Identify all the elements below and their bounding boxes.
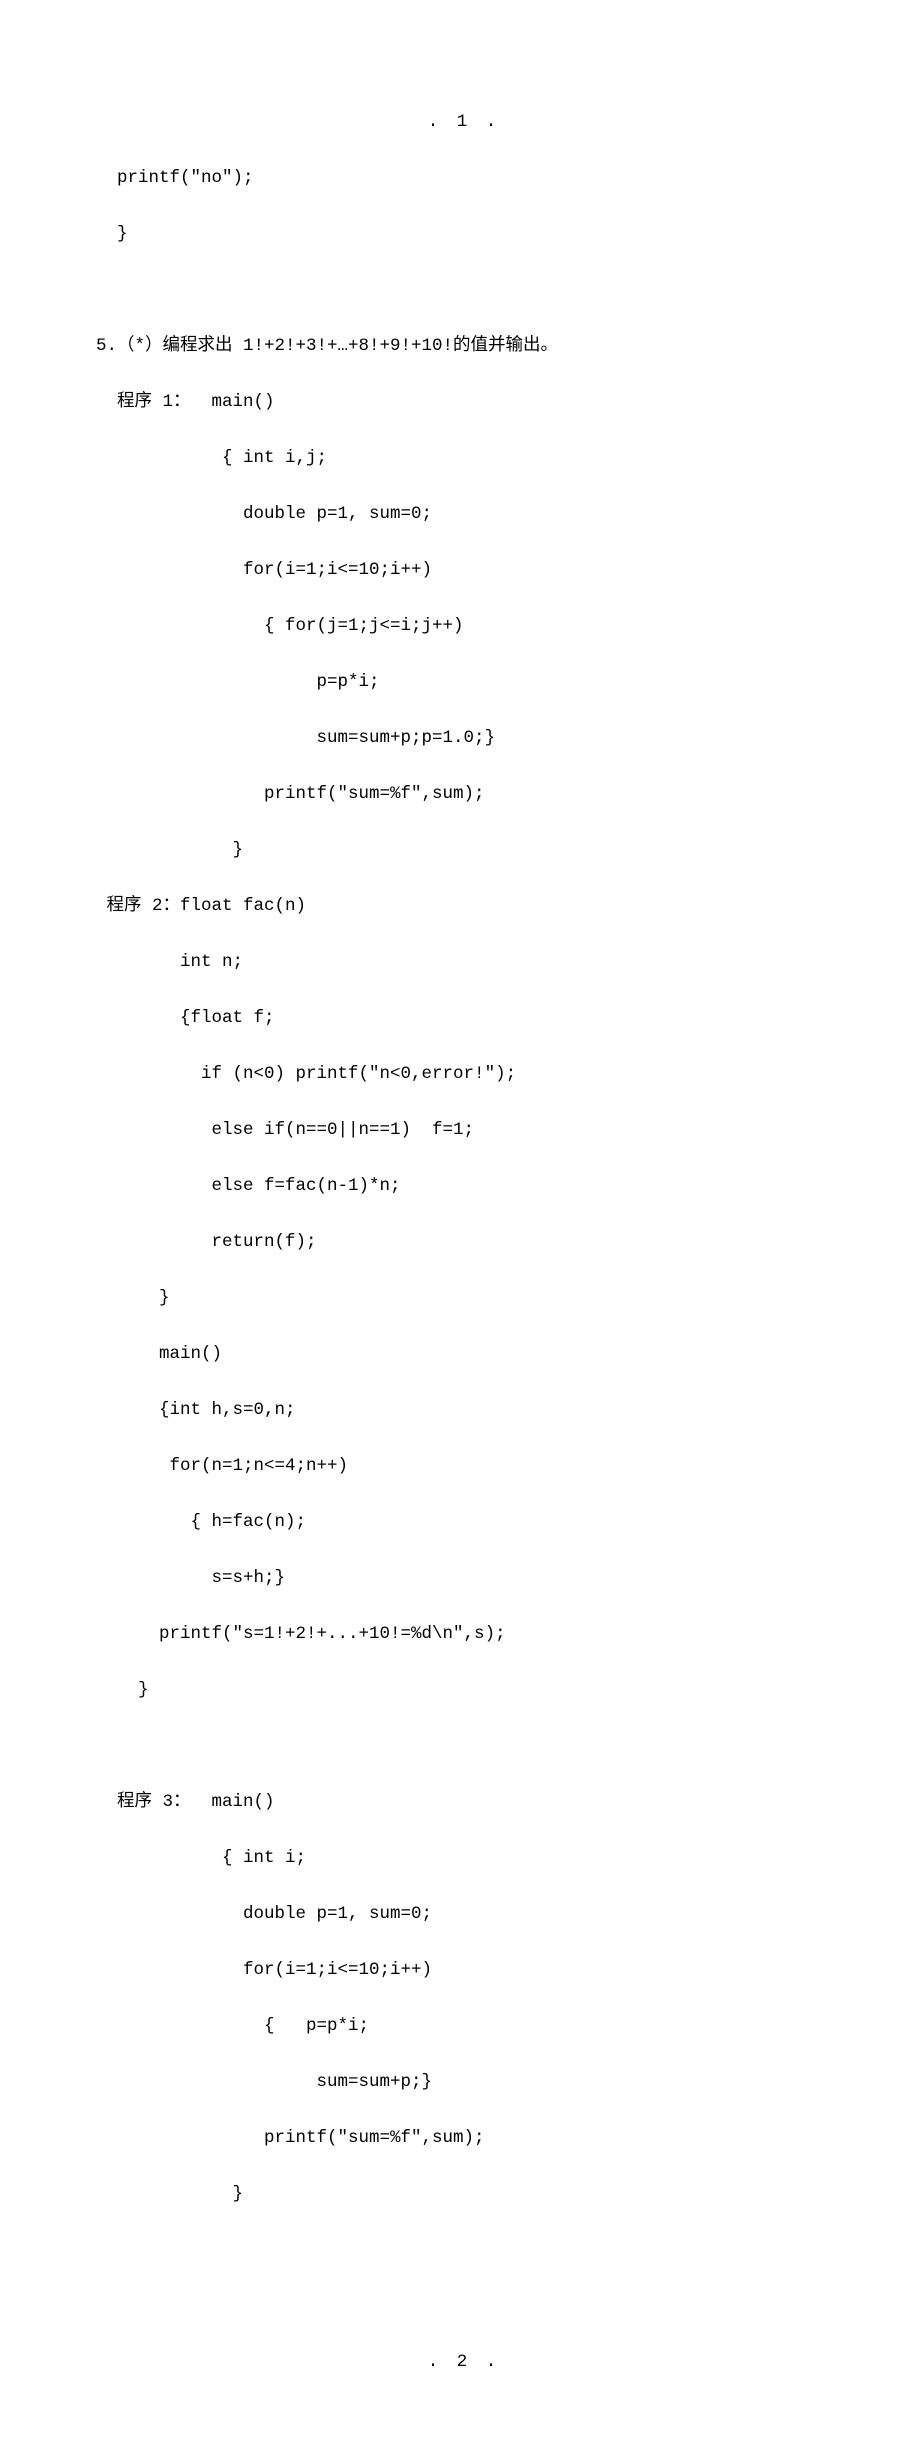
program-1-label: 程序 1： main() xyxy=(96,388,832,416)
code-line: { int i,j; xyxy=(96,444,832,472)
code-line: { int i; xyxy=(96,1844,832,1872)
code-line: s=s+h;} xyxy=(96,1564,832,1592)
code-line: sum=sum+p;} xyxy=(96,2068,832,2096)
code-line: for(i=1;i<=10;i++) xyxy=(96,556,832,584)
blank-line xyxy=(96,1732,832,1760)
code-line: for(i=1;i<=10;i++) xyxy=(96,1956,832,1984)
code-line: printf("sum=%f",sum); xyxy=(96,780,832,808)
code-line: printf("sum=%f",sum); xyxy=(96,2124,832,2152)
code-line: { p=p*i; xyxy=(96,2012,832,2040)
blank-line xyxy=(96,276,832,304)
code-line: p=p*i; xyxy=(96,668,832,696)
question-title: 5.（*）编程求出 1!+2!+3!+…+8!+9!+10!的值并输出。 xyxy=(96,332,832,360)
code-line: } xyxy=(96,2180,832,2208)
program-2-label: 程序 2：float fac(n) xyxy=(96,892,832,920)
program-3-label: 程序 3： main() xyxy=(96,1788,832,1816)
blank-line xyxy=(96,2292,832,2320)
code-line: printf("s=1!+2!+...+10!=%d\n",s); xyxy=(96,1620,832,1648)
blank-line xyxy=(96,2236,832,2264)
code-line: sum=sum+p;p=1.0;} xyxy=(96,724,832,752)
code-line: else f=fac(n-1)*n; xyxy=(96,1172,832,1200)
code-line: for(n=1;n<=4;n++) xyxy=(96,1452,832,1480)
page-number-bottom: . 2 . xyxy=(96,2348,832,2376)
page-number-top: . 1 . xyxy=(96,108,832,136)
code-line: } xyxy=(96,836,832,864)
code-line: } xyxy=(96,220,832,248)
code-line: double p=1, sum=0; xyxy=(96,1900,832,1928)
code-line: main() xyxy=(96,1340,832,1368)
code-line: {int h,s=0,n; xyxy=(96,1396,832,1424)
code-line: double p=1, sum=0; xyxy=(96,500,832,528)
code-line: } xyxy=(96,1676,832,1704)
code-line: else if(n==0||n==1) f=1; xyxy=(96,1116,832,1144)
code-line: { for(j=1;j<=i;j++) xyxy=(96,612,832,640)
code-line: return(f); xyxy=(96,1228,832,1256)
code-line: printf("no"); xyxy=(96,164,832,192)
code-line: {float f; xyxy=(96,1004,832,1032)
code-line: { h=fac(n); xyxy=(96,1508,832,1536)
code-line: if (n<0) printf("n<0,error!"); xyxy=(96,1060,832,1088)
document-page: . 1 . printf("no"); } 5.（*）编程求出 1!+2!+3!… xyxy=(0,0,920,2444)
code-line: } xyxy=(96,1284,832,1312)
code-line: int n; xyxy=(96,948,832,976)
